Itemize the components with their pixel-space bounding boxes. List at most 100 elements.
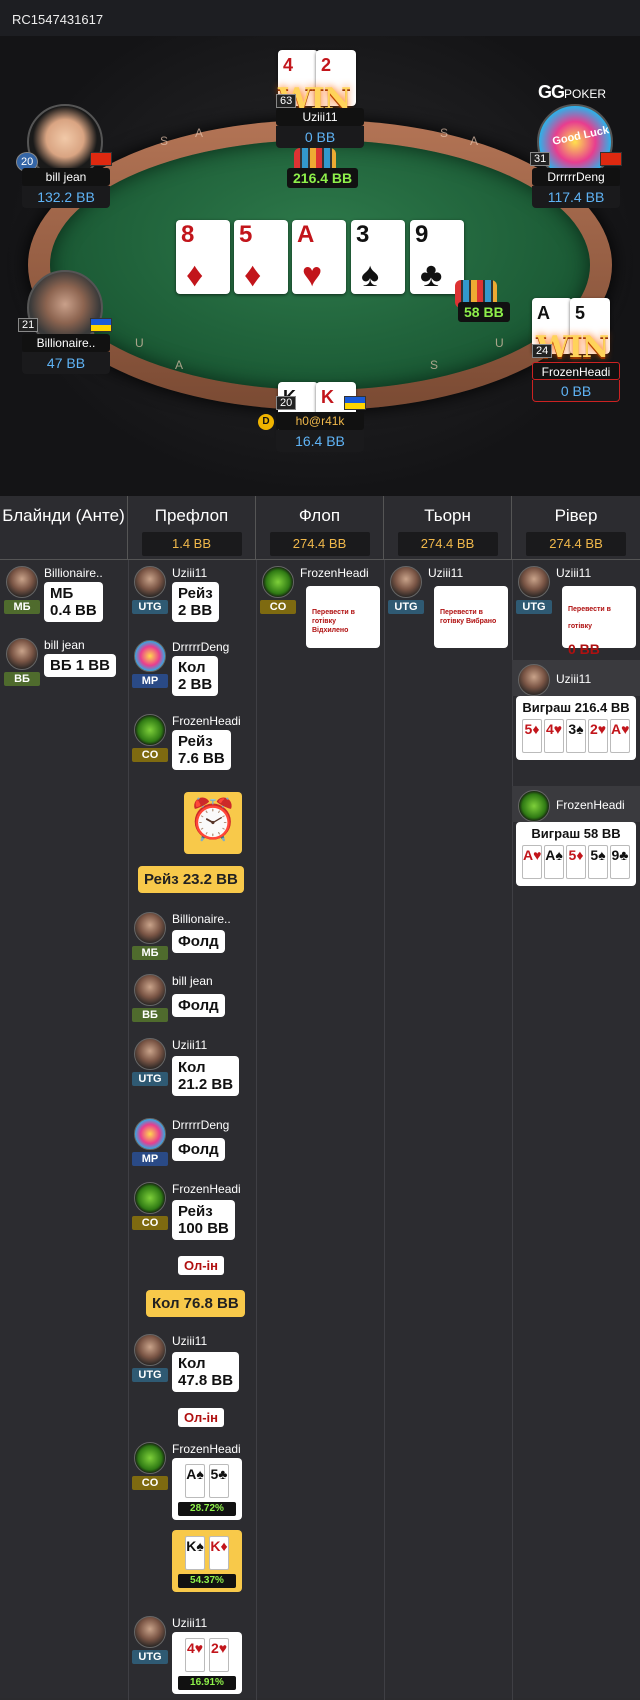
player-avatar <box>134 714 166 746</box>
winner-box: Виграш 216.4 BB 5♦ 4♥ 3♠ 2♥ A♥ <box>516 696 636 760</box>
flag-china-icon <box>90 152 112 166</box>
player-name: bill jean <box>172 974 213 988</box>
flop-column: CO FrozenHeadi Перевести в готівку Відхи… <box>256 560 384 1700</box>
column-header: Рівер 274.4 BB <box>512 496 640 560</box>
level-badge: 24 <box>532 344 553 358</box>
board-card: 5 ♦ <box>234 220 288 294</box>
rim-letter: S <box>430 358 439 372</box>
poker-table-area: S A S A U A S U GGPOKER 8 ♦ 5 ♦ A ♥ 3 ♠ 9 ♣ 2… <box>0 36 640 496</box>
action-bubble: Фолд <box>172 1138 225 1161</box>
hero-showdown-hand: K♠ K♦ 54.37% <box>172 1530 242 1592</box>
player-name: Uziii11 <box>428 566 464 580</box>
player-avatar <box>134 640 166 672</box>
action-bubble: Фолд <box>172 994 225 1017</box>
player-avatar <box>6 638 38 670</box>
hero-action-bubble: Рейз 23.2 BB <box>138 866 244 893</box>
position-badge: UTG <box>132 1650 168 1664</box>
cashout-note: Перевести в готівку Вибрано <box>434 586 508 648</box>
position-badge: MP <box>132 674 168 688</box>
seat-stack: 0 BB <box>532 380 620 402</box>
player-name: Billionaire.. <box>172 912 231 926</box>
player-name: DrrrrrDeng <box>172 640 230 654</box>
position-badge: UTG <box>132 600 168 614</box>
level-badge: 63 <box>276 94 297 108</box>
column-header: Тьорн 274.4 BB <box>384 496 512 560</box>
player-avatar <box>134 912 166 944</box>
main-pot: 216.4 BB <box>287 168 359 188</box>
seat-stack: 0 BB <box>276 126 364 148</box>
rim-letter: S <box>160 134 169 148</box>
position-badge: ВБ <box>132 1008 168 1022</box>
hand-id-bar: RC1547431617 <box>0 0 640 36</box>
seat-stack: 47 BB <box>22 352 110 374</box>
position-badge: CO <box>132 1216 168 1230</box>
position-badge: CO <box>260 600 296 614</box>
position-badge: MP <box>132 1152 168 1166</box>
seat-name[interactable]: DrrrrrDeng <box>532 168 620 186</box>
column-header: Флоп 274.4 BB <box>256 496 384 560</box>
flag-ukraine-icon <box>344 396 366 410</box>
player-name: Uziii11 <box>172 1038 208 1052</box>
position-badge: МБ <box>132 946 168 960</box>
action-bubble: Кол 47.8 BB <box>172 1352 240 1392</box>
rim-letter: U <box>135 336 144 350</box>
preflop-column: UTG Uziii11 Рейз 2 BB MP DrrrrrDeng Кол … <box>128 560 256 1700</box>
level-badge: 20 <box>276 396 297 410</box>
action-bubble: Фолд <box>172 930 225 953</box>
rim-letter: U <box>495 336 504 350</box>
column-header: Префлоп 1.4 BB <box>128 496 256 560</box>
player-name: FrozenHeadi <box>300 566 369 580</box>
player-name: FrozenHeadi <box>172 1182 241 1196</box>
player-avatar <box>134 1118 166 1150</box>
seat-name[interactable]: Uziii11 <box>276 108 364 126</box>
blinds-column: МБ Billionaire.. МБ 0.4 BB ВБ bill jean … <box>0 560 128 1700</box>
action-history: Блайнди (Анте) Префлоп 1.4 BB Флоп 274.4 B… <box>0 496 640 1700</box>
action-bubble: Кол 2 BB <box>172 656 219 696</box>
equity-label: 28.72% <box>178 1502 236 1516</box>
level-badge: 21 <box>18 318 39 332</box>
rim-letter: A <box>175 358 184 372</box>
position-badge: UTG <box>132 1368 168 1382</box>
position-badge: UTG <box>132 1072 168 1086</box>
position-badge: МБ <box>4 600 40 614</box>
equity-label: 16.91% <box>178 1676 236 1690</box>
board-card: 3 ♠ <box>351 220 405 294</box>
player-avatar <box>134 566 166 598</box>
showdown-hand: A♠ 5♣ 28.72% <box>172 1458 242 1520</box>
player-avatar <box>6 566 38 598</box>
allin-tag: Ол-ін <box>178 1408 224 1427</box>
allin-tag: Ол-ін <box>178 1256 224 1275</box>
seat-name[interactable]: bill jean <box>22 168 110 186</box>
equity-label: 54.37% <box>178 1574 236 1588</box>
player-name: DrrrrrDeng <box>172 1118 230 1132</box>
timer-alarm-icon: ⏰ <box>184 792 242 854</box>
player-avatar <box>134 1442 166 1474</box>
showdown-hand: 4♥ 2♥ 16.91% <box>172 1632 242 1694</box>
winner-header: Uziii11 <box>512 660 640 696</box>
seat-name[interactable]: h0@r41k <box>276 412 364 430</box>
rim-letter: A <box>470 134 479 148</box>
player-name: bill jean <box>44 638 85 652</box>
position-badge: CO <box>132 748 168 762</box>
player-name: Uziii11 <box>172 1334 208 1348</box>
turn-column: UTG Uziii11 Перевести в готівку Вибрано <box>384 560 512 1700</box>
seat-name[interactable]: Billionaire.. <box>22 334 110 352</box>
player-avatar <box>134 1182 166 1214</box>
ggpoker-logo: GGPOKER <box>538 82 607 102</box>
action-bubble: Рейз 100 BB <box>172 1200 235 1240</box>
seat-name[interactable]: FrozenHeadi <box>532 362 620 380</box>
player-avatar <box>134 974 166 1006</box>
player-avatar <box>134 1038 166 1070</box>
player-avatar <box>518 790 550 822</box>
winner-box: Виграш 58 BB A♥ A♠ 5♦ 5♠ 9♣ <box>516 822 636 886</box>
player-avatar <box>134 1334 166 1366</box>
player-name: Billionaire.. <box>44 566 103 580</box>
action-bubble: МБ 0.4 BB <box>44 582 103 622</box>
player-avatar <box>390 566 422 598</box>
seat-stack: 117.4 BB <box>532 186 620 208</box>
cashout-note: Перевести в готівку Відхилено <box>306 586 380 648</box>
cashout-note: Перевести в готівку 0 BB <box>562 586 636 657</box>
position-badge: CO <box>132 1476 168 1490</box>
player-name: FrozenHeadi <box>172 714 241 728</box>
player-name: Uziii11 <box>172 1616 208 1630</box>
